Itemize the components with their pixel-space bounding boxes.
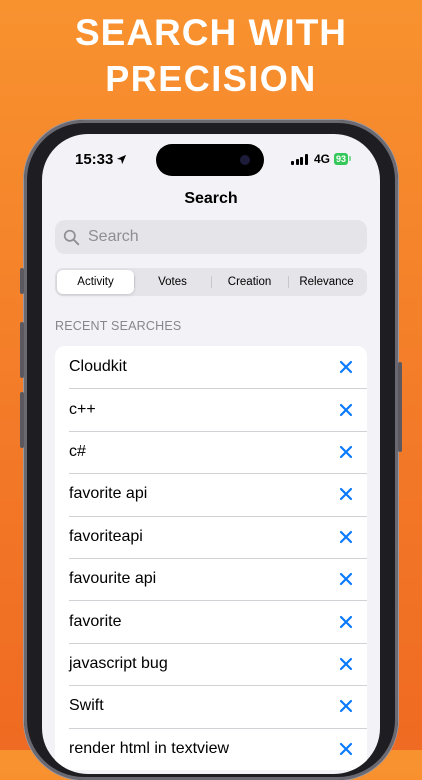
list-item[interactable]: Swift (55, 685, 367, 727)
list-item[interactable]: c++ (55, 388, 367, 430)
signal-bars-icon (291, 153, 308, 165)
close-icon[interactable] (339, 657, 353, 671)
list-item-label: Cloudkit (69, 358, 127, 376)
phone-action-button (20, 268, 24, 294)
sort-segmented-control: Activity Votes Creation Relevance (55, 268, 367, 296)
status-indicators: 4G 93 (291, 152, 352, 166)
close-icon[interactable] (339, 445, 353, 459)
close-icon[interactable] (339, 572, 353, 586)
app-screen: 15:33 4G 93 Search Activity Votes Creati… (42, 134, 380, 774)
sort-tab-votes[interactable]: Votes (134, 270, 211, 294)
search-input[interactable] (86, 227, 350, 247)
phone-volume-down-button (20, 392, 24, 448)
page-title: Search (184, 190, 238, 207)
list-item[interactable]: Cloudkit (55, 346, 367, 388)
status-bar: 15:33 4G 93 (42, 150, 380, 170)
recent-searches-list: Cloudkit c++ c# favorite api favoriteapi… (55, 346, 367, 770)
battery-icon: 93 (333, 153, 352, 165)
phone-power-button (398, 362, 402, 452)
list-item[interactable]: favorite api (55, 473, 367, 515)
search-bar[interactable] (55, 220, 367, 254)
close-icon[interactable] (339, 403, 353, 417)
list-item-label: c# (69, 442, 86, 460)
close-icon[interactable] (339, 360, 353, 374)
close-icon[interactable] (339, 487, 353, 501)
location-arrow-icon (116, 154, 127, 165)
sort-tab-creation[interactable]: Creation (211, 270, 288, 294)
sort-tab-activity[interactable]: Activity (57, 270, 134, 294)
list-item[interactable]: c# (55, 430, 367, 473)
close-icon[interactable] (339, 615, 353, 629)
status-time: 15:33 (75, 151, 114, 168)
list-item-label: favourite api (69, 570, 157, 588)
headline-line-1: SEARCH WITH (74, 12, 348, 53)
list-item-label: render html in textview (69, 739, 230, 757)
list-item-label: favorite (69, 612, 122, 630)
close-icon[interactable] (339, 699, 353, 713)
close-icon[interactable] (339, 742, 353, 756)
sort-tab-relevance[interactable]: Relevance (288, 270, 365, 294)
list-item-label: favorite api (69, 485, 148, 503)
list-item-label: Swift (69, 697, 104, 715)
close-icon[interactable] (339, 530, 353, 544)
recent-searches-header: RECENT SEARCHES (55, 319, 182, 333)
status-time-group: 15:33 (75, 151, 127, 168)
list-item-label: javascript bug (69, 654, 168, 672)
list-item[interactable]: javascript bug (55, 642, 367, 685)
list-item[interactable]: favorite (55, 600, 367, 642)
network-type: 4G (313, 152, 330, 166)
phone-volume-up-button (20, 322, 24, 378)
list-item[interactable]: favourite api (55, 557, 367, 600)
list-item[interactable]: favoriteapi (55, 515, 367, 558)
list-item-label: favoriteapi (69, 527, 143, 545)
headline-line-2: PRECISION (105, 58, 317, 99)
list-item-label: c++ (69, 400, 96, 418)
list-item[interactable]: render html in textview (55, 727, 367, 770)
search-icon (63, 229, 80, 246)
